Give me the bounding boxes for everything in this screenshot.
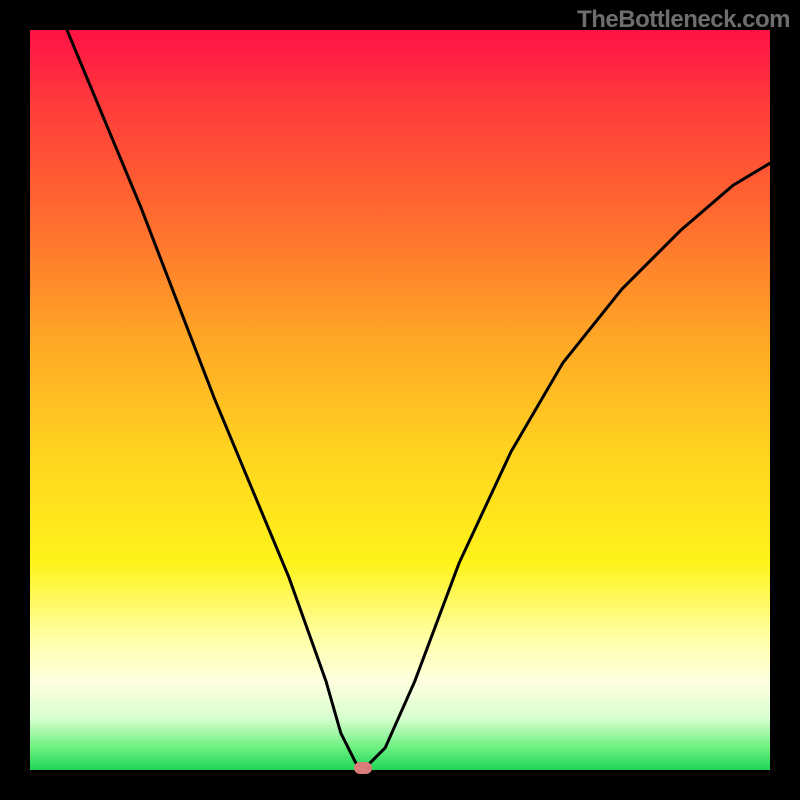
- minimum-marker: [354, 762, 372, 774]
- chart-frame: [30, 30, 770, 770]
- watermark-text: TheBottleneck.com: [577, 6, 790, 34]
- bottleneck-curve: [30, 30, 770, 770]
